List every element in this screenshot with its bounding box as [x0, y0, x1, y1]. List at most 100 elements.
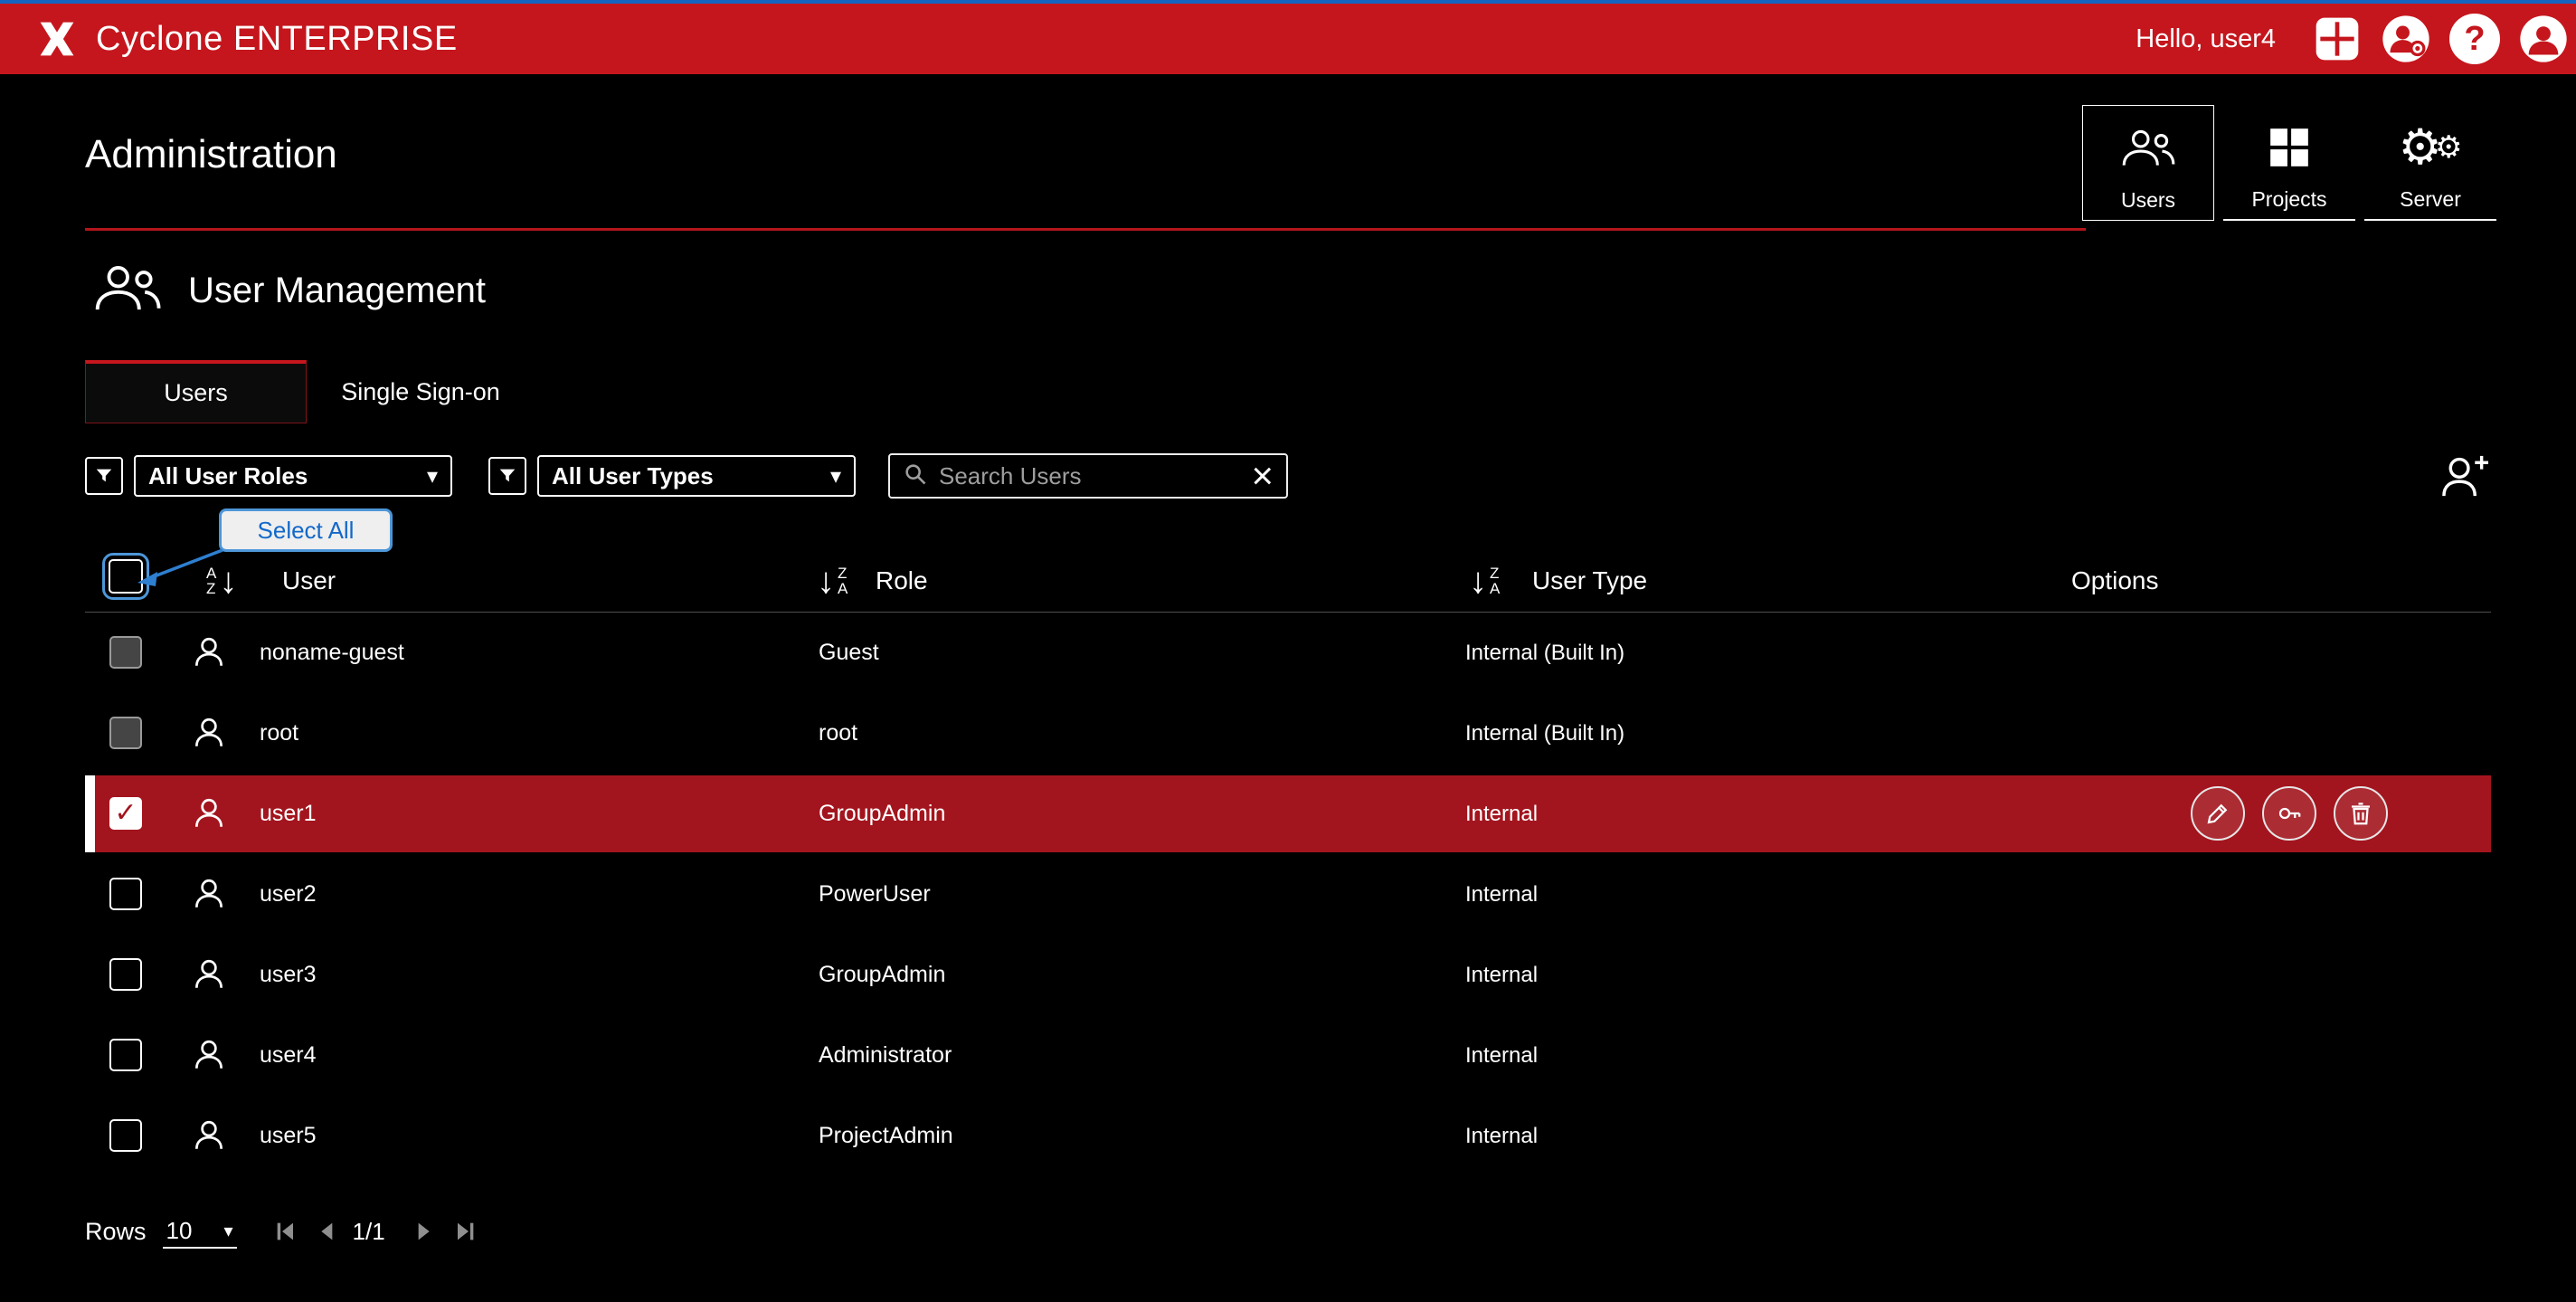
selected-row-bar — [85, 775, 95, 852]
user-role-cell: Guest — [819, 613, 879, 693]
user-management-icon — [90, 262, 165, 319]
user-role-cell: root — [819, 693, 857, 774]
app-header: Cyclone ENTERPRISE Hello, user4 ? — [0, 4, 2576, 74]
sort-user-type-icon[interactable]: ↓ ZA — [1469, 561, 1500, 601]
user-settings-icon[interactable] — [2381, 14, 2431, 64]
sort-role-icon[interactable]: ↓ ZA — [817, 561, 848, 601]
row-checkbox[interactable]: ✓ — [109, 958, 142, 991]
user-avatar-icon — [190, 1117, 228, 1155]
table-row[interactable]: ✓ user2 PowerUser Internal — [0, 854, 2576, 935]
first-page-button[interactable] — [271, 1217, 300, 1246]
next-page-button[interactable] — [409, 1217, 438, 1246]
help-icon[interactable]: ? — [2449, 14, 2500, 64]
table-row[interactable]: ✓ user3 GroupAdmin Internal — [0, 935, 2576, 1015]
user-name-cell: user5 — [260, 1096, 317, 1176]
prev-page-button[interactable] — [313, 1217, 342, 1246]
delete-user-icon[interactable] — [2334, 786, 2388, 841]
user-avatar-icon — [190, 1036, 228, 1074]
user-type-cell: Internal — [1465, 935, 1538, 1015]
table-row[interactable]: ✓ root root Internal (Built In) — [0, 693, 2576, 774]
projects-icon — [2267, 115, 2312, 180]
nav-server-button[interactable]: ⚙⚙ Server — [2364, 105, 2496, 221]
nav-projects-label: Projects — [2251, 187, 2326, 212]
user-type-cell: Internal (Built In) — [1465, 693, 1624, 774]
server-icon: ⚙⚙ — [2399, 115, 2463, 180]
user-avatar-icon — [190, 633, 228, 671]
user-name-cell: user1 — [260, 774, 317, 854]
app-title: Cyclone ENTERPRISE — [96, 20, 458, 59]
column-header-role[interactable]: Role — [876, 550, 928, 612]
user-role-cell: ProjectAdmin — [819, 1096, 953, 1176]
user-type-cell: Internal — [1465, 774, 1538, 854]
page-title: Administration — [85, 132, 337, 177]
row-checkbox[interactable]: ✓ — [109, 1119, 142, 1152]
chevron-down-icon: ▾ — [427, 463, 438, 489]
row-checkbox[interactable]: ✓ — [109, 878, 142, 910]
user-types-dropdown-value: All User Types — [552, 462, 830, 490]
user-role-cell: GroupAdmin — [819, 774, 945, 854]
tab-users[interactable]: Users — [85, 360, 307, 423]
nav-users-label: Users — [2121, 188, 2175, 213]
role-filter-icon[interactable] — [85, 457, 123, 495]
row-checkbox[interactable]: ✓ — [109, 1039, 142, 1071]
table-row[interactable]: ✓ user1 GroupAdmin Internal — [0, 774, 2576, 854]
user-roles-dropdown-value: All User Roles — [148, 462, 427, 490]
row-options — [2191, 786, 2388, 841]
user-greeting: Hello, user4 — [2136, 24, 2276, 54]
rows-per-page-select[interactable]: 10 ▾ — [163, 1215, 237, 1249]
page-indicator: 1/1 — [353, 1218, 385, 1246]
column-header-user-type[interactable]: User Type — [1532, 550, 1647, 612]
section-title: User Management — [188, 271, 486, 311]
user-avatar-icon — [190, 875, 228, 913]
last-page-button[interactable] — [450, 1217, 479, 1246]
row-checkbox[interactable]: ✓ — [109, 717, 142, 749]
section-header: User Management — [90, 262, 486, 319]
chevron-down-icon: ▾ — [830, 463, 841, 489]
row-checkbox[interactable]: ✓ — [109, 636, 142, 669]
user-type-cell: Internal (Built In) — [1465, 613, 1624, 693]
pagination-bar: Rows 10 ▾ 1/1 — [85, 1209, 479, 1254]
table-body: ✓ noname-guest Guest Internal (Built In) — [0, 613, 2576, 1176]
admin-nav: Users Projects ⚙⚙ Server — [2082, 105, 2496, 221]
user-type-cell: Internal — [1465, 854, 1538, 935]
account-icon[interactable] — [2518, 14, 2569, 64]
user-role-cell: GroupAdmin — [819, 935, 945, 1015]
tab-single-sign-on[interactable]: Single Sign-on — [307, 360, 535, 423]
row-checkbox[interactable]: ✓ — [109, 797, 142, 830]
table-row[interactable]: ✓ noname-guest Guest Internal (Built In) — [0, 613, 2576, 693]
select-all-tooltip: Select All — [219, 508, 393, 552]
user-roles-dropdown[interactable]: All User Roles ▾ — [134, 455, 452, 497]
title-underline — [85, 228, 2086, 231]
tooltip-arrow-icon — [127, 543, 233, 597]
user-name-cell: user4 — [260, 1015, 317, 1096]
users-icon — [2118, 116, 2178, 181]
nav-users-button[interactable]: Users — [2082, 105, 2214, 221]
app-root: Cyclone ENTERPRISE Hello, user4 ? Admini… — [0, 0, 2576, 1302]
table-row[interactable]: ✓ user5 ProjectAdmin Internal — [0, 1096, 2576, 1176]
filter-toolbar: All User Roles ▾ All User Types ▾ × — [85, 451, 2491, 501]
user-role-cell: Administrator — [819, 1015, 952, 1096]
tab-bar: Users Single Sign-on — [85, 360, 535, 423]
user-role-cell: PowerUser — [819, 854, 931, 935]
user-avatar-icon — [190, 794, 228, 832]
search-icon — [903, 461, 928, 491]
add-user-button[interactable] — [2437, 451, 2491, 500]
search-users-box: × — [888, 453, 1288, 499]
clear-search-icon[interactable]: × — [1251, 457, 1274, 495]
user-avatar-icon — [190, 955, 228, 993]
nav-projects-button[interactable]: Projects — [2223, 105, 2355, 221]
user-avatar-icon — [190, 714, 228, 752]
edit-user-icon[interactable] — [2191, 786, 2245, 841]
reset-password-icon[interactable] — [2262, 786, 2316, 841]
table-header: AZ ↓ User ↓ ZA Role ↓ ZA User Type Optio… — [0, 550, 2576, 612]
apps-grid-icon[interactable] — [2312, 14, 2363, 64]
table-row[interactable]: ✓ user4 Administrator Internal — [0, 1015, 2576, 1096]
rows-label: Rows — [85, 1218, 147, 1246]
column-header-user[interactable]: User — [282, 550, 336, 612]
search-input[interactable] — [939, 462, 1240, 490]
type-filter-icon[interactable] — [488, 457, 526, 495]
user-name-cell: root — [260, 693, 298, 774]
user-types-dropdown[interactable]: All User Types ▾ — [537, 455, 856, 497]
user-type-cell: Internal — [1465, 1096, 1538, 1176]
check-icon: ✓ — [111, 799, 140, 828]
